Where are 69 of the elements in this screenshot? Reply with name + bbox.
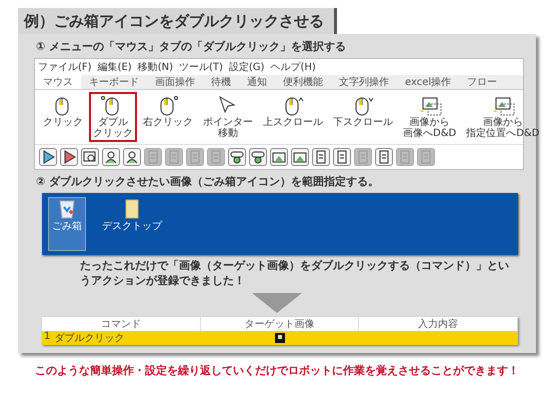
toolbar-button[interactable] (333, 148, 351, 166)
ribbon-button[interactable]: 右クリック (139, 92, 197, 142)
document-icon (419, 150, 433, 164)
step-heading: ① メニューの「マウス」タブの「ダブルクリック」を選択する (35, 39, 348, 54)
table-cell-text: ダブルクリック (54, 332, 124, 345)
recycle-bin-icon (58, 199, 76, 219)
image-icon (490, 95, 515, 117)
toolbar-button[interactable] (102, 148, 120, 166)
toolbar-button[interactable] (81, 148, 99, 166)
folder-icon (123, 199, 141, 219)
ribbon-button[interactable]: 画像から 画像へD&D (399, 92, 460, 142)
footer-note: このような簡単操作・設定を繰り返していくだけでロボットに作業を覚えさせることができます！ (34, 362, 520, 378)
toolbar-button[interactable] (312, 148, 330, 166)
ribbon-button[interactable]: 上スクロール (259, 92, 327, 142)
image-icon (418, 95, 442, 117)
down-arrow-icon (252, 292, 302, 313)
tab[interactable]: 待機 (203, 75, 239, 89)
ribbon-button[interactable]: ポインター 移動 (199, 92, 257, 142)
document-icon (167, 150, 181, 164)
document-icon (314, 150, 328, 164)
menu-item[interactable]: 移動(N) (138, 60, 173, 74)
result-message: たったこれだけで「画像（ターゲット画像）をダブルクリックする（コマンド）」というアクションが登録できました！ (80, 259, 510, 289)
menu-item[interactable]: ツール(T) (178, 60, 223, 74)
tab[interactable]: 便利機能 (275, 75, 331, 89)
toolbar-button[interactable] (291, 148, 309, 166)
ribbon-button[interactable]: 画像から 指定位置へD&D (462, 92, 544, 142)
ribbon-button[interactable]: 下スクロール (329, 92, 397, 142)
document-icon (188, 150, 202, 164)
ribbon-button[interactable]: ダブル クリック (89, 92, 137, 142)
menu-item[interactable]: ファイル(F) (38, 60, 92, 74)
document-icon (209, 150, 223, 164)
menu-item[interactable]: 編集(E) (98, 60, 132, 74)
tab[interactable]: マウス (35, 75, 81, 89)
ribbon-button[interactable]: クリック (39, 92, 87, 142)
desktop-icon[interactable]: ごみ箱 (48, 197, 86, 251)
tab[interactable]: 文字列操作 (331, 75, 397, 89)
tab[interactable]: キーボード (81, 75, 147, 89)
tab[interactable]: フロー (459, 75, 506, 89)
example-title: 例）ごみ箱アイコンをダブルクリックさせる (18, 8, 337, 34)
row-number: 1 (44, 330, 50, 344)
document-icon (356, 150, 370, 164)
toolbar-button[interactable] (123, 148, 141, 166)
toolbar-button[interactable] (60, 148, 78, 166)
image-search-icon (83, 150, 97, 164)
play-icon (62, 150, 76, 164)
photo-icon (272, 150, 286, 164)
tab[interactable]: excel操作 (397, 75, 460, 89)
step-heading: ② ダブルクリックさせたい画像（ごみ箱アイコン）を範囲指定する。 (35, 174, 380, 189)
person-icon (125, 150, 139, 164)
toolbar-button[interactable] (375, 148, 393, 166)
photo-icon (293, 150, 307, 164)
document-icon (335, 150, 349, 164)
menu-item[interactable]: 設定(G) (228, 60, 264, 74)
toggle-icon (251, 150, 265, 164)
document-icon (377, 150, 391, 164)
toggle-icon (230, 150, 244, 164)
document-icon (146, 150, 160, 164)
image-thumbnail-icon (274, 332, 285, 343)
document-icon (398, 150, 412, 164)
toolbar-button[interactable] (249, 148, 267, 166)
toolbar-button[interactable] (39, 148, 57, 166)
menu-item[interactable]: ヘルプ(H) (270, 60, 316, 74)
tab[interactable]: 通知 (239, 75, 275, 89)
tab[interactable]: 画面操作 (147, 75, 203, 89)
toolbar-button[interactable] (228, 148, 246, 166)
play-icon (41, 150, 55, 164)
table-row[interactable]: 1 ダブルクリック (42, 330, 518, 345)
person-icon (104, 150, 118, 164)
toolbar-button[interactable] (270, 148, 288, 166)
